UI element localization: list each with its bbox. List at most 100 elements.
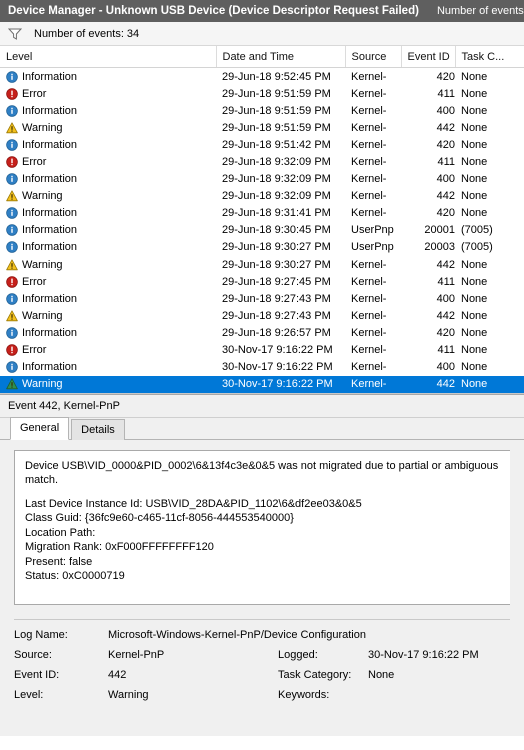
metadata-row-event-id: Event ID: 442 Task Category: None xyxy=(14,669,510,689)
level-text: Information xyxy=(22,241,78,254)
cell-date: 29-Jun-18 9:30:45 PM xyxy=(216,221,345,239)
level-text: Warning xyxy=(22,121,63,134)
cell-task: None xyxy=(455,256,524,274)
cell-task: None xyxy=(455,102,524,120)
cell-level: Information xyxy=(0,238,216,257)
tab-details[interactable]: Details xyxy=(71,418,125,440)
information-icon xyxy=(6,173,18,185)
cell-level: Warning xyxy=(0,375,216,393)
cell-date: 29-Jun-18 9:32:09 PM xyxy=(216,153,345,171)
cell-level: Information xyxy=(0,102,216,120)
description-line-7: Status: 0xC0000719 xyxy=(25,570,125,583)
table-row[interactable]: Error 30-Nov-17 9:16:22 PM Kernel- 411 None xyxy=(0,341,524,359)
information-icon xyxy=(6,361,18,373)
cell-event-id: 442 xyxy=(401,307,455,325)
cell-date: 29-Jun-18 9:51:42 PM xyxy=(216,136,345,154)
column-header-task[interactable]: Task C... xyxy=(455,46,524,68)
level-text: Warning xyxy=(22,309,63,322)
description-line-5: Migration Rank: 0xF000FFFFFFFF120 xyxy=(25,541,214,554)
cell-level: Information xyxy=(0,136,216,154)
cell-date: 29-Jun-18 9:27:43 PM xyxy=(216,307,345,325)
error-icon xyxy=(6,275,18,288)
filter-bar[interactable]: Number of events: 34 xyxy=(0,22,524,46)
table-row[interactable]: Information 29-Jun-18 9:52:45 PM Kernel- 42… xyxy=(0,67,524,86)
information-icon xyxy=(6,70,18,83)
table-row[interactable]: Information 29-Jun-18 9:30:27 PM UserPnp 20… xyxy=(0,238,524,257)
detail-pane: Event 442, Kernel-PnP General Details De… xyxy=(0,393,524,736)
cell-date: 29-Jun-18 9:27:45 PM xyxy=(216,273,345,291)
warning-icon xyxy=(6,310,18,322)
tab-general[interactable]: General xyxy=(10,416,70,440)
cell-event-id: 442 xyxy=(401,375,455,393)
level-text: Information xyxy=(22,326,78,339)
cell-event-id: 420 xyxy=(401,67,455,86)
column-header-level[interactable]: Level xyxy=(0,46,217,68)
table-row[interactable]: Error 29-Jun-18 9:32:09 PM Kernel- 411 None xyxy=(0,153,524,171)
description-line-1: Device USB\VID_0000&PID_0002\6&13f4c3e&0… xyxy=(25,459,502,487)
table-row[interactable]: Warning 29-Jun-18 9:51:59 PM Kernel- 442 Non… xyxy=(0,119,524,137)
cell-event-id: 20003 xyxy=(401,238,455,257)
cell-date: 29-Jun-18 9:51:59 PM xyxy=(216,119,345,137)
cell-source: Kernel- xyxy=(345,67,401,86)
cell-task: None xyxy=(455,273,524,291)
table-row[interactable]: Information 29-Jun-18 9:51:59 PM Kernel- 40… xyxy=(0,102,524,120)
keywords-label: Keywords: xyxy=(278,688,330,701)
cell-date: 29-Jun-18 9:52:45 PM xyxy=(216,67,345,86)
table-row[interactable]: Information 29-Jun-18 9:31:41 PM Kernel- 42… xyxy=(0,204,524,222)
table-row[interactable]: Information 29-Jun-18 9:26:57 PM Kernel- 42… xyxy=(0,324,524,342)
table-row[interactable]: Error 29-Jun-18 9:51:59 PM Kernel- 411 None xyxy=(0,85,524,103)
table-row[interactable]: Warning 30-Nov-17 9:16:22 PM Kernel- 442 Non… xyxy=(0,375,524,393)
table-row[interactable]: Error 29-Jun-18 9:27:45 PM Kernel- 411 None xyxy=(0,273,524,291)
cell-task: None xyxy=(455,341,524,359)
task-category-value: None xyxy=(368,668,395,681)
cell-task: None xyxy=(455,204,524,222)
column-header-event-id[interactable]: Event ID xyxy=(401,46,456,68)
level-text: Information xyxy=(22,173,78,186)
cell-source: Kernel- xyxy=(345,307,401,325)
cell-source: Kernel- xyxy=(345,358,401,376)
level-text: Information xyxy=(22,138,78,151)
cell-event-id: 442 xyxy=(401,256,455,274)
level-text: Information xyxy=(22,70,78,83)
cell-event-id: 411 xyxy=(401,273,455,291)
cell-event-id: 411 xyxy=(401,153,455,171)
cell-task: None xyxy=(455,67,524,86)
event-list[interactable]: Level Date and Time Source Event ID Task… xyxy=(0,46,524,394)
level-label: Level: xyxy=(14,688,44,701)
window-title: Device Manager - Unknown USB Device (Dev… xyxy=(8,5,419,17)
level-text: Warning xyxy=(22,378,63,391)
table-row[interactable]: Information 29-Jun-18 9:30:45 PM UserPnp 20… xyxy=(0,221,524,239)
cell-task: None xyxy=(455,187,524,205)
column-header-date[interactable]: Date and Time xyxy=(216,46,346,68)
cell-task: (7005) xyxy=(455,238,524,257)
cell-event-id: 420 xyxy=(401,324,455,342)
table-row[interactable]: Information 30-Nov-17 9:16:22 PM Kernel- 40… xyxy=(0,358,524,376)
cell-source: UserPnp xyxy=(345,238,401,257)
cell-level: Information xyxy=(0,67,216,86)
table-row[interactable]: Warning 29-Jun-18 9:32:09 PM Kernel- 442 Non… xyxy=(0,187,524,205)
event-metadata: Log Name: Microsoft-Windows-Kernel-PnP/D… xyxy=(14,618,510,709)
detail-header-label: Event 442, Kernel-PnP xyxy=(8,399,120,412)
cell-level: Information xyxy=(0,221,216,239)
table-row[interactable]: Information 29-Jun-18 9:27:43 PM Kernel- 40… xyxy=(0,290,524,308)
description-line-6: Present: false xyxy=(25,555,93,568)
cell-source: Kernel- xyxy=(345,153,401,171)
warning-icon xyxy=(6,190,18,202)
cell-task: None xyxy=(455,358,524,376)
cell-source: Kernel- xyxy=(345,85,401,103)
event-description-box[interactable]: Device USB\VID_0000&PID_0002\6&13f4c3e&0… xyxy=(14,449,510,605)
funnel-icon xyxy=(7,28,23,40)
cell-event-id: 442 xyxy=(401,187,455,205)
column-header-source[interactable]: Source xyxy=(345,46,402,68)
table-row[interactable]: Information 29-Jun-18 9:51:42 PM Kernel- 42… xyxy=(0,136,524,154)
cell-event-id: 400 xyxy=(401,102,455,120)
table-row[interactable]: Warning 29-Jun-18 9:27:43 PM Kernel- 442 Non… xyxy=(0,307,524,325)
cell-task: None xyxy=(455,375,524,393)
cell-date: 30-Nov-17 9:16:22 PM xyxy=(216,375,345,393)
cell-source: Kernel- xyxy=(345,102,401,120)
table-row[interactable]: Warning 29-Jun-18 9:30:27 PM Kernel- 442 Non… xyxy=(0,256,524,274)
table-row[interactable]: Information 29-Jun-18 9:32:09 PM Kernel- 40… xyxy=(0,170,524,188)
cell-level: Warning xyxy=(0,256,216,274)
level-text: Information xyxy=(22,207,78,220)
